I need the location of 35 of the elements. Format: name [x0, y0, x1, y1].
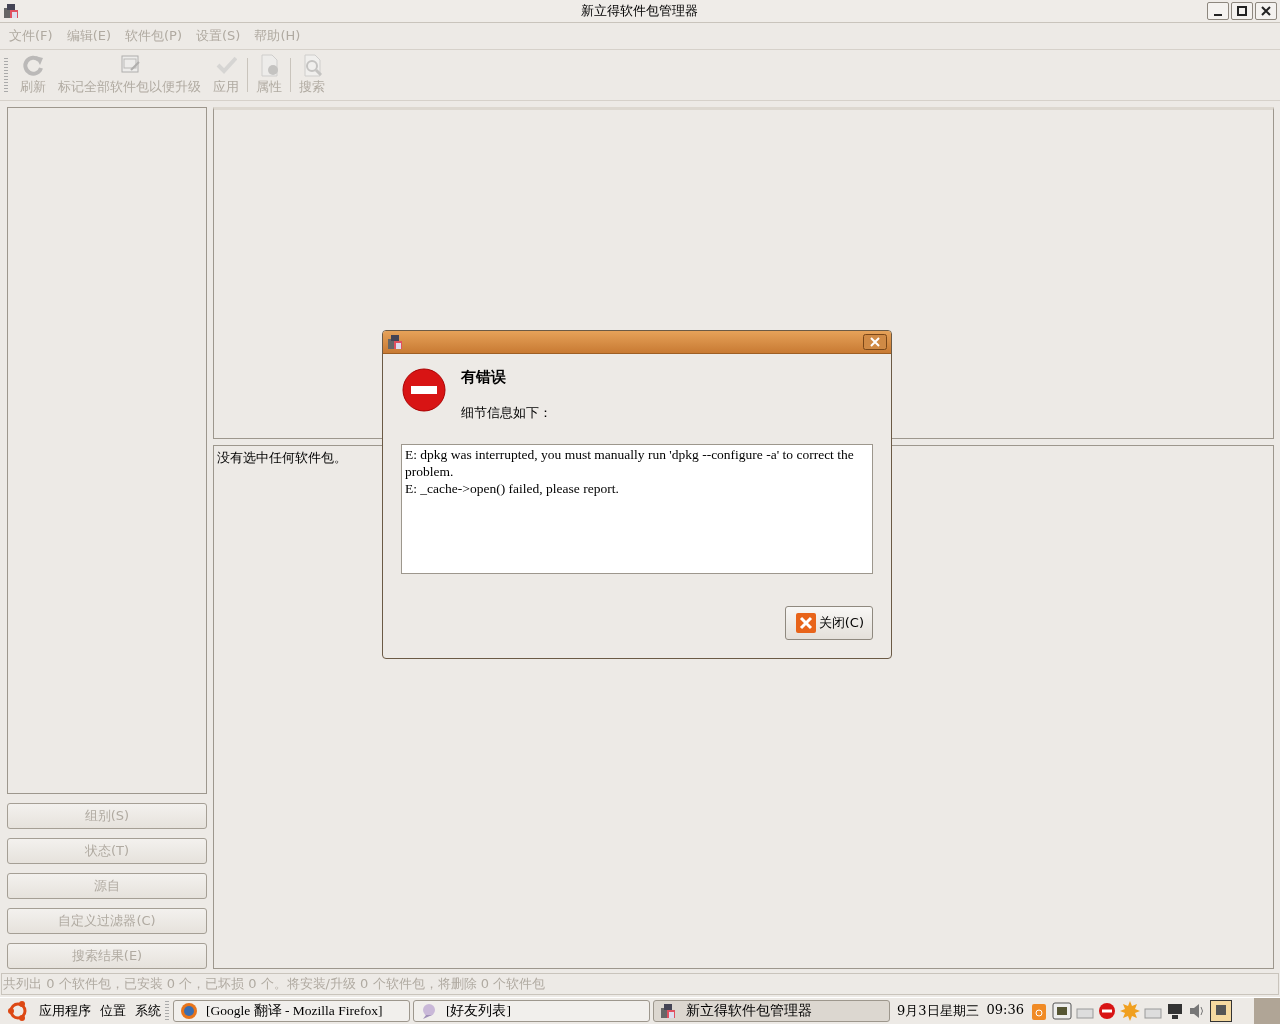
maximize-icon[interactable] [1231, 2, 1253, 20]
details-text: 没有选中任何软件包。 [217, 449, 347, 467]
minimize-icon[interactable] [1207, 2, 1229, 20]
dialog-subheading: 细节信息如下： [461, 404, 552, 422]
update-star-icon[interactable] [1120, 1001, 1140, 1021]
taskbar-button[interactable]: 新立得软件包管理器 [653, 1000, 890, 1022]
close-icon[interactable] [1255, 2, 1277, 20]
cross-icon [795, 613, 816, 633]
close-button[interactable]: 关闭(C) [784, 606, 873, 640]
panel-menu[interactable]: 位置 [100, 1002, 126, 1020]
panel-menu[interactable]: 应用程序 [39, 1002, 91, 1020]
monitor-icon[interactable] [1166, 1002, 1184, 1020]
dialog-heading: 有错误 [461, 368, 507, 387]
speaker-icon[interactable] [1188, 1002, 1206, 1020]
status-text: 共列出 0 个软件包，已安装 0 个，已坏损 0 个。将安装/升级 0 个软件包，将删除 0 个软件包 [3, 975, 546, 993]
app-icon [3, 2, 21, 20]
refresh-icon [22, 54, 44, 78]
close-icon[interactable] [863, 334, 887, 350]
panel-end-block [1254, 998, 1280, 1024]
window-title: 新立得软件包管理器 [579, 2, 699, 20]
globe-icon [180, 1002, 198, 1020]
screen-icon[interactable] [1052, 1001, 1072, 1021]
panel-date[interactable]: 9月3日星期三 [897, 1002, 979, 1020]
package-icon [660, 1002, 678, 1020]
taskbar-button[interactable]: [Google 翻译 - Mozilla Firefox] [173, 1000, 410, 1022]
taskbar-button[interactable]: [好友列表] [413, 1000, 650, 1022]
no-entry-icon[interactable] [1098, 1002, 1116, 1020]
package-manager-icon[interactable] [1210, 1000, 1232, 1022]
chat-icon [420, 1002, 438, 1020]
app-icon [387, 333, 405, 351]
error-log-text[interactable]: E: dpkg was interrupted, you must manually run 'dpkg --configure -a' to correct the problem. E: _cache->open() failed, please report. [401, 444, 873, 574]
magnifier-icon [301, 54, 323, 78]
panel-clock[interactable]: 09:36 [986, 1002, 1024, 1020]
panel-menu[interactable]: 系统 [135, 1002, 161, 1020]
error-stop-icon [402, 368, 446, 412]
